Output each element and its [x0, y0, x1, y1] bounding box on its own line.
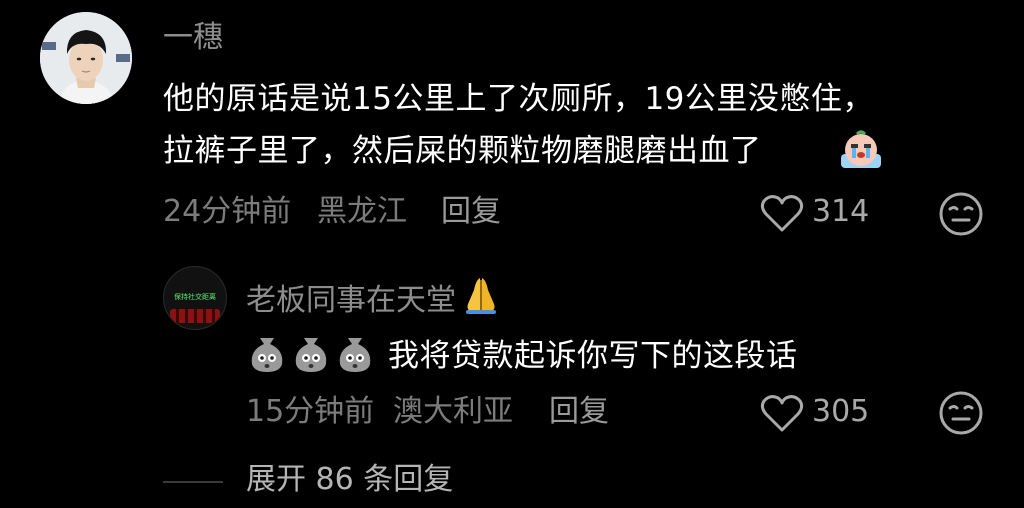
comment-location: 黑龙江 [317, 194, 407, 229]
comment-text-line-2-text: 拉裤子里了，然后屎的颗粒物磨腿磨出血了 [163, 133, 762, 169]
crying-emoji [839, 128, 883, 172]
meh-face-icon [939, 192, 983, 236]
comment-dislike-button[interactable] [938, 191, 984, 237]
reply-like-count: 305 [812, 394, 870, 429]
pray-emoji [460, 274, 502, 316]
comment-text-line-2: 拉裤子里了，然后屎的颗粒物磨腿磨出血了 [163, 130, 881, 172]
reply-reply-button[interactable]: 回复 [549, 394, 609, 430]
comment-like-count: 314 [812, 194, 870, 229]
commenter-username[interactable]: 一穗 [163, 20, 223, 56]
reply-time: 15分钟前 [246, 394, 375, 429]
reply-avatar[interactable]: 保持社交距离 [163, 266, 227, 330]
comment-time: 24分钟前 [163, 194, 292, 229]
reply-text-row: 我将贷款起诉你写下的这段话 [246, 332, 798, 377]
cinema-seats-graphic [170, 309, 220, 323]
comment-reply-button[interactable]: 回复 [441, 194, 501, 230]
heart-icon [760, 394, 804, 434]
reply-location: 澳大利亚 [393, 394, 513, 429]
heart-icon [760, 194, 804, 234]
sack-face-emoji [246, 332, 288, 374]
reply-dislike-button[interactable] [938, 390, 984, 436]
sack-face-emoji [290, 332, 332, 374]
reply-username[interactable]: 老板同事在天堂 [246, 274, 502, 319]
reply-avatar-text: 保持社交距离 [174, 293, 216, 301]
comment-text-line-1: 他的原话是说15公里上了次厕所，19公里没憋住， [163, 81, 874, 117]
reply-text: 我将贷款起诉你写下的这段话 [388, 338, 798, 374]
reply-username-text: 老板同事在天堂 [246, 283, 456, 318]
commenter-avatar[interactable] [40, 12, 132, 104]
expand-replies-button[interactable]: 展开 86 条回复 [246, 462, 453, 498]
avatar-photo [40, 12, 132, 104]
sack-face-emoji [334, 332, 376, 374]
expand-divider [163, 481, 223, 483]
meh-face-icon [939, 391, 983, 435]
